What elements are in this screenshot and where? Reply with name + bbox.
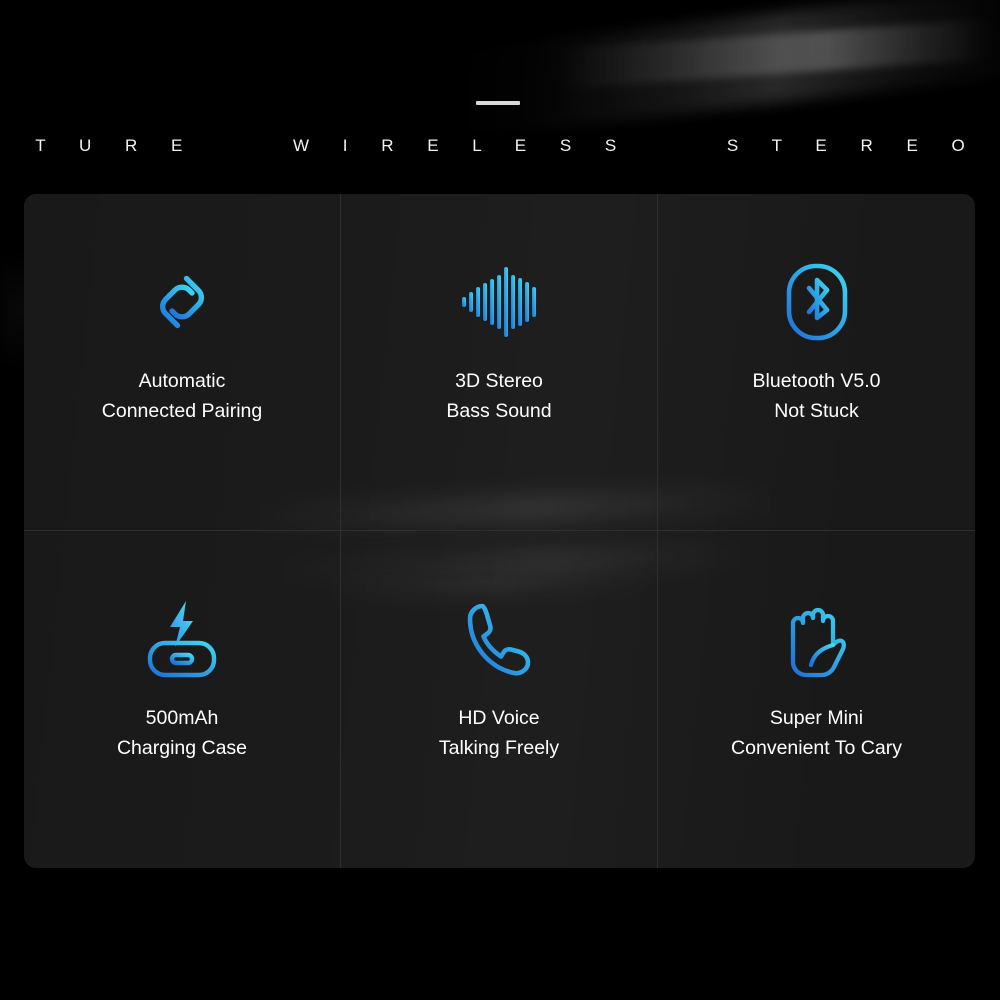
feature-card-automatic-pairing: Automatic Connected Pairing [24,194,341,531]
feature-grid: Automatic Connected Pairing 3D Stereo Ba… [24,194,975,868]
feature-label-line2: Connected Pairing [101,400,263,422]
feature-card-hd-voice: HD Voice Talking Freely [341,531,658,868]
feature-label-line1: Bluetooth V5.0 [752,370,881,392]
feature-label-line2: Talking Freely [438,737,560,759]
feature-label-line2: Not Stuck [774,400,859,422]
charging-case-icon [139,579,225,699]
feature-label-line1: HD Voice [458,707,540,729]
chain-link-icon [145,242,219,362]
feature-label-line2: Bass Sound [446,400,552,422]
feature-card-charging-case: 500mAh Charging Case [24,531,341,868]
feature-label-line1: 500mAh [145,707,219,729]
smoke-streak-top [426,0,1000,142]
feature-label-line2: Charging Case [116,737,248,759]
feature-card-3d-stereo: 3D Stereo Bass Sound [341,194,658,531]
feature-label-line1: Automatic [138,370,226,392]
feature-label-line2: Convenient To Cary [731,737,902,759]
feature-label: 3D Stereo Bass Sound [446,366,551,426]
feature-grid-panel: Automatic Connected Pairing 3D Stereo Ba… [24,194,975,868]
divider-dash [476,101,520,105]
feature-label: HD Voice Talking Freely [439,703,559,763]
smoke-streak-top-highlight [559,19,991,89]
bluetooth-icon [786,242,848,362]
phone-handset-icon [464,579,534,699]
page-title: T U R E W I R E L E S S S T E R E O [35,136,980,155]
promo-banner: T U R E W I R E L E S S S T E R E O Auto… [0,0,1000,1000]
open-hand-icon [784,579,850,699]
feature-label-line1: 3D Stereo [455,370,543,392]
feature-label-line1: Super Mini [769,707,864,729]
feature-label: Automatic Connected Pairing [102,366,262,426]
feature-label: Bluetooth V5.0 Not Stuck [753,366,881,426]
audio-waveform-icon [460,242,538,362]
feature-label: Super Mini Convenient To Cary [731,703,902,763]
feature-card-bluetooth: Bluetooth V5.0 Not Stuck [658,194,975,531]
feature-card-super-mini: Super Mini Convenient To Cary [658,531,975,868]
feature-label: 500mAh Charging Case [117,703,247,763]
